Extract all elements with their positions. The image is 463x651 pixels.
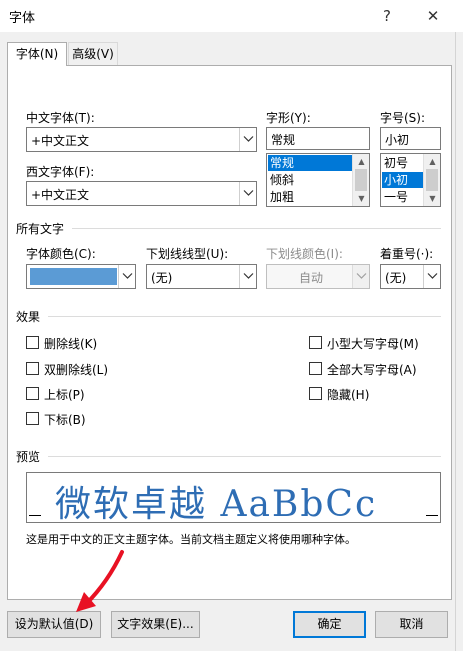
subscript-label[interactable]: 下标(B) [44, 411, 86, 428]
hidden-checkbox[interactable] [309, 387, 322, 400]
western-font-combo[interactable]: +中文正文 [26, 181, 257, 206]
emphasis-mark-label: 着重号(·): [380, 247, 434, 261]
preview-note: 这是用于中文的正文主题字体。当前文档主题定义将使用哪种字体。 [26, 533, 356, 546]
list-item[interactable]: 常规 [268, 155, 352, 171]
window-title: 字体 [9, 11, 36, 26]
tab-advanced[interactable]: 高级(V) [68, 42, 118, 66]
font-color-dropdown-arrow[interactable] [118, 265, 135, 288]
font-style-scrollbar[interactable]: ▲ ▼ [352, 154, 369, 206]
all-caps-label[interactable]: 全部大写字母(A) [327, 361, 417, 378]
scroll-up-icon[interactable]: ▲ [353, 154, 370, 169]
font-size-input[interactable]: 小初 [380, 127, 441, 150]
chevron-down-icon [243, 136, 254, 142]
list-item[interactable]: 一号 [382, 189, 423, 205]
small-caps-checkbox[interactable] [309, 336, 322, 349]
strikethrough-checkbox[interactable] [26, 336, 39, 349]
western-font-dropdown-arrow[interactable] [239, 182, 256, 205]
western-font-value: +中文正文 [31, 188, 90, 202]
preview-baseline-left [29, 515, 41, 516]
all-caps-checkbox[interactable] [309, 362, 322, 375]
emphasis-mark-value: (无) [385, 271, 407, 285]
emphasis-mark-combo[interactable]: (无) [380, 264, 441, 289]
underline-style-label: 下划线线型(U): [146, 247, 229, 261]
western-font-label: 西文字体(F): [26, 165, 95, 179]
chevron-down-icon [427, 273, 438, 279]
chinese-font-value: +中文正文 [31, 134, 90, 148]
effects-section-label: 效果 [16, 310, 41, 324]
font-style-label: 字形(Y): [266, 111, 311, 125]
chinese-font-combo[interactable]: +中文正文 [26, 127, 257, 152]
font-style-input-value: 常规 [271, 133, 296, 147]
close-button[interactable]: ✕ [420, 4, 446, 28]
emphasis-mark-dropdown-arrow[interactable] [423, 265, 440, 288]
preview-section-label: 预览 [16, 450, 41, 464]
double-strikethrough-checkbox[interactable] [26, 362, 39, 375]
all-text-section-label: 所有文字 [16, 222, 65, 236]
hidden-label[interactable]: 隐藏(H) [327, 386, 369, 403]
underline-style-value: (无) [151, 271, 173, 285]
chevron-down-icon [356, 273, 367, 279]
section-divider [48, 316, 441, 317]
chinese-font-dropdown-arrow[interactable] [239, 128, 256, 151]
chevron-down-icon [243, 190, 254, 196]
font-size-input-value: 小初 [385, 133, 410, 147]
font-style-input[interactable]: 常规 [266, 127, 370, 150]
list-item[interactable]: 小初 [382, 172, 423, 188]
underline-style-dropdown-arrow[interactable] [239, 265, 256, 288]
font-size-scrollbar[interactable]: ▲ ▼ [423, 154, 440, 206]
font-style-list[interactable]: 常规 倾斜 加粗 ▲ ▼ [266, 153, 370, 207]
font-size-label: 字号(S): [380, 111, 426, 125]
chevron-down-icon [243, 273, 254, 279]
help-button[interactable]: ? [374, 4, 400, 28]
underline-color-dropdown-arrow [352, 265, 369, 288]
underline-color-value: 自动 [299, 271, 324, 285]
cancel-button[interactable]: 取消 [375, 611, 448, 638]
font-color-label: 字体颜色(C): [26, 247, 96, 261]
ok-button[interactable]: 确定 [293, 611, 366, 638]
small-caps-label[interactable]: 小型大写字母(M) [327, 335, 419, 352]
underline-color-label: 下划线颜色(I): [266, 247, 343, 261]
font-color-combo[interactable] [26, 264, 136, 289]
chevron-down-icon [122, 273, 133, 279]
strikethrough-label[interactable]: 删除线(K) [44, 335, 97, 352]
scroll-down-icon[interactable]: ▼ [353, 191, 370, 206]
superscript-checkbox[interactable] [26, 387, 39, 400]
font-size-list[interactable]: 初号 小初 一号 ▲ ▼ [380, 153, 441, 207]
list-item[interactable]: 倾斜 [268, 172, 352, 188]
section-divider [72, 228, 441, 229]
subscript-checkbox[interactable] [26, 412, 39, 425]
preview-box: 微软卓越 AaBbCc [26, 472, 441, 525]
superscript-label[interactable]: 上标(P) [44, 386, 85, 403]
background-window-edge [455, 32, 463, 651]
tab-font[interactable]: 字体(N) [7, 42, 67, 66]
list-item[interactable]: 加粗 [268, 189, 352, 205]
double-strikethrough-label[interactable]: 双删除线(L) [44, 361, 108, 378]
underline-color-combo: 自动 [266, 264, 370, 289]
scroll-up-icon[interactable]: ▲ [424, 154, 441, 169]
chinese-font-label: 中文字体(T): [26, 111, 95, 125]
underline-style-combo[interactable]: (无) [146, 264, 257, 289]
scroll-down-icon[interactable]: ▼ [424, 191, 441, 206]
title-bar: 字体 ? ✕ [0, 0, 463, 32]
preview-baseline-right [426, 515, 438, 516]
font-color-swatch [30, 268, 117, 285]
scroll-thumb[interactable] [426, 169, 438, 191]
scroll-thumb[interactable] [355, 169, 367, 191]
preview-sample-text: 微软卓越 AaBbCc [55, 484, 378, 525]
list-item[interactable]: 初号 [382, 155, 423, 171]
section-divider [48, 456, 441, 457]
red-arrow-icon [76, 550, 124, 612]
